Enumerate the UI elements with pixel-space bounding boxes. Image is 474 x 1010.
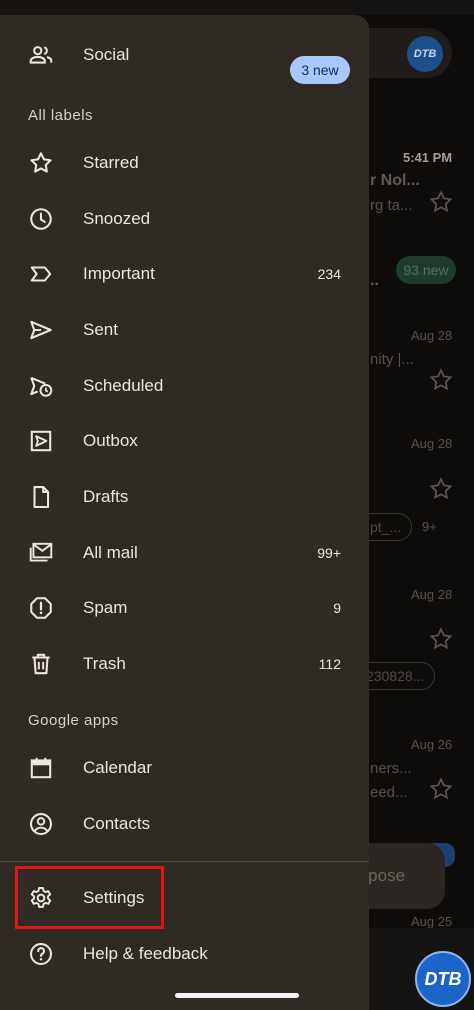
status-bar [0,0,474,15]
email-sender: r Nol... [370,172,420,189]
star-icon [28,150,54,176]
settings-highlight-box [15,866,164,929]
send-icon [28,317,54,343]
drawer-item-scheduled[interactable]: Scheduled [0,362,369,410]
contacts-account-icon [28,811,54,837]
spam-warning-icon [28,595,54,621]
drawer-item-label: Contacts [83,814,151,833]
drawer-item-count: 112 [318,656,341,672]
google-apps-header: Google apps [28,712,119,729]
drawer-item-count: 234 [317,266,341,282]
drawer-item-label: All mail [83,543,138,562]
star-icon [429,627,453,650]
drawer-item-sent[interactable]: Sent [0,306,369,354]
star-icon [429,190,453,213]
email-time: Aug 28 [411,587,453,602]
important-marker-icon [28,261,54,287]
social-people-icon [28,42,54,68]
drawer-item-starred[interactable]: Starred [0,139,369,187]
more-attachments: 9+ [422,519,437,534]
drawer-item-label: Trash [83,654,126,673]
email-snippet: ners... [370,760,412,777]
email-snippet: eed... [370,784,408,801]
scheduled-send-icon [28,373,54,399]
new-badge: 93 new [396,256,456,284]
drawer-item-outbox[interactable]: Outbox [0,417,369,465]
drawer-item-count: 9 [333,600,341,616]
drawer-item-important[interactable]: Important 234 [0,250,369,298]
drawer-item-label: Sent [83,320,118,339]
drawer-item-label: Help & feedback [83,944,208,963]
email-time: Aug 26 [411,737,453,752]
star-icon [429,477,453,500]
dtb-watermark-logo: DTB [415,951,471,1007]
email-snippet: nity |... [370,351,414,368]
drawer-item-trash[interactable]: Trash 112 [0,640,369,688]
outbox-icon [28,428,54,454]
all-mail-icon [28,540,54,566]
draft-document-icon [28,484,54,510]
email-time: Aug 28 [411,328,453,343]
drawer-item-label: Snoozed [83,209,151,228]
all-labels-header: All labels [28,107,94,124]
email-time: Aug 28 [411,436,453,451]
trash-icon [28,651,54,677]
drawer-item-drafts[interactable]: Drafts [0,473,369,521]
drawer-item-label: Outbox [83,431,138,450]
drawer-item-count: 99+ [317,545,341,561]
drawer-item-label: Starred [83,153,139,172]
drawer-item-label: Social [83,45,130,64]
drawer-item-label: Drafts [83,487,129,506]
home-indicator[interactable] [175,993,299,998]
drawer-item-label: Calendar [83,758,152,777]
email-time: Aug 25 [411,914,453,929]
social-new-badge: 3 new [290,56,350,84]
drawer-item-label: Important [83,264,155,283]
drawer-item-label: Spam [83,598,128,617]
drawer-item-label: Scheduled [83,376,164,395]
account-avatar: DTB [407,36,443,72]
email-snippet: rg ta... [370,197,413,214]
calendar-icon [28,755,54,781]
clock-icon [28,206,54,232]
star-icon [429,777,453,800]
drawer-item-calendar[interactable]: Calendar [0,744,369,792]
star-icon [429,368,453,391]
drawer-item-contacts[interactable]: Contacts [0,800,369,848]
drawer-item-spam[interactable]: Spam 9 [0,584,369,632]
email-sender: .. [370,272,379,289]
drawer-item-snoozed[interactable]: Snoozed [0,195,369,243]
email-time: 5:41 PM [403,150,453,165]
help-icon [28,941,54,967]
drawer-divider [0,861,369,862]
navigation-drawer: Social 3 new All labels Starred Snoozed … [0,15,369,1010]
drawer-item-all-mail[interactable]: All mail 99+ [0,529,369,577]
drawer-item-help[interactable]: Help & feedback [0,930,369,978]
